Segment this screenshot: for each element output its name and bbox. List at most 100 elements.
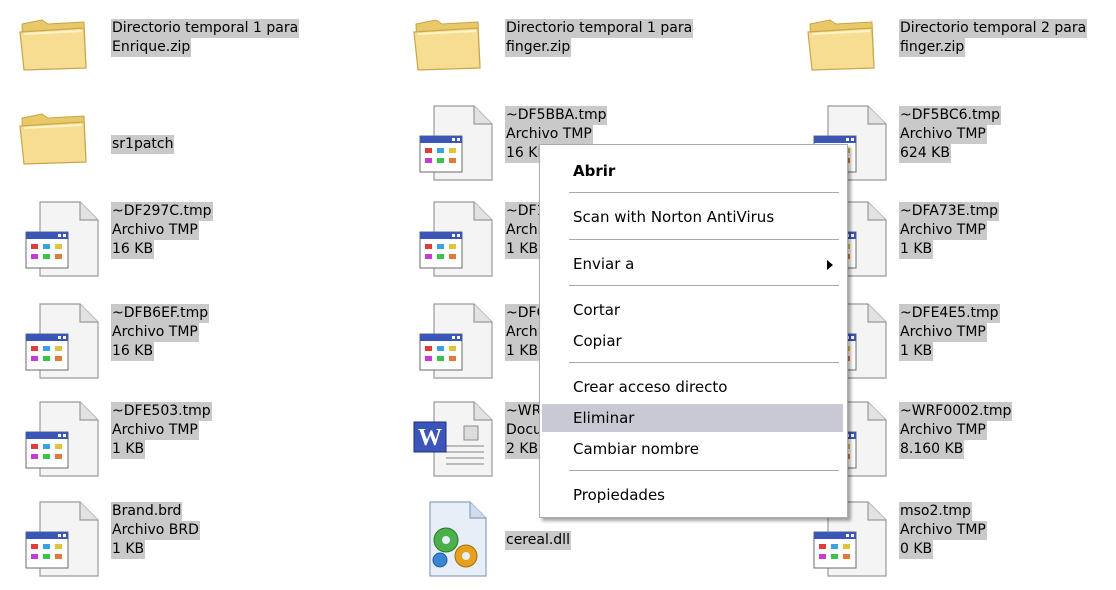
file-size: 1 KB (505, 240, 540, 259)
file-label: ~WRF0002.tmp Archivo TMP 8.160 KB (899, 402, 1013, 459)
file-size: 0 KB (899, 540, 934, 559)
file-name: ~DFB6EF.tmp (111, 304, 210, 323)
folder-icon (806, 10, 888, 96)
menu-item-label: Eliminar (573, 409, 635, 427)
menu-separator (569, 362, 839, 363)
submenu-arrow-icon (827, 260, 833, 270)
menu-item-cortar[interactable]: Cortar (542, 296, 843, 324)
file-item[interactable]: Brand.brd Archivo BRD 1 KB (18, 500, 408, 586)
file-label: ~DFE4E5.tmp Archivo TMP 1 KB (899, 304, 1000, 361)
file-name: finger.zip (899, 38, 966, 57)
file-name: Directorio temporal 1 para (505, 19, 694, 38)
file-label: Brand.brd Archivo BRD 1 KB (111, 502, 200, 559)
file-item[interactable]: ~DFE503.tmp Archivo TMP 1 KB (18, 400, 408, 486)
file-size: 2 KB (505, 440, 540, 459)
file-name: ~DF5BC6.tmp (899, 106, 1001, 125)
file-size: 624 KB (899, 144, 951, 163)
file-type: Archivo TMP (899, 323, 987, 342)
file-name: Brand.brd (111, 502, 183, 521)
tmp-file-icon (18, 200, 100, 286)
menu-item-scan-norton[interactable]: Scan with Norton AntiVirus (542, 203, 843, 231)
menu-item-label: Scan with Norton AntiVirus (573, 208, 775, 226)
file-item[interactable]: ~DFE4E5.tmp Archivo TMP 1 KB (806, 302, 1116, 388)
file-name: finger.zip (505, 38, 572, 57)
menu-separator (569, 239, 839, 240)
file-type: Archivo TMP (111, 421, 199, 440)
file-item[interactable]: ~DFA73E.tmp Archivo TMP 1 KB (806, 200, 1116, 286)
file-type: Archivo BRD (111, 521, 200, 540)
file-type: Archivo TMP (505, 125, 593, 144)
file-size: 1 KB (899, 342, 934, 361)
file-size: 16 KB (111, 342, 155, 361)
file-name: Directorio temporal 2 para (899, 19, 1088, 38)
file-item[interactable]: Directorio temporal 1 para finger.zip (412, 10, 802, 96)
file-name: Directorio temporal 1 para (111, 19, 300, 38)
menu-item-label: Crear acceso directo (573, 378, 728, 396)
file-type: Archivo TMP (899, 421, 987, 440)
dll-file-icon (412, 500, 494, 586)
tmp-file-icon (412, 302, 494, 388)
tmp-file-icon (412, 104, 494, 190)
menu-separator (569, 192, 839, 193)
file-name: ~WRF0002.tmp (899, 402, 1013, 421)
tmp-file-icon (412, 200, 494, 286)
menu-item-label: Cambiar nombre (573, 440, 699, 458)
file-item[interactable]: mso2.tmp Archivo TMP 0 KB (806, 500, 1116, 586)
file-type: Archivo TMP (111, 323, 199, 342)
file-size: 16 KB (111, 240, 155, 259)
menu-item-label: Copiar (573, 332, 622, 350)
file-item[interactable]: sr1patch (18, 104, 408, 190)
file-label: sr1patch (111, 135, 175, 154)
menu-item-crear-acceso-directo[interactable]: Crear acceso directo (542, 373, 843, 401)
context-menu: Abrir Scan with Norton AntiVirus Enviar a C… (539, 144, 848, 518)
file-item[interactable]: ~DF297C.tmp Archivo TMP 16 KB (18, 200, 408, 286)
menu-item-eliminar[interactable]: Eliminar (542, 404, 843, 432)
file-label: ~DF5BC6.tmp Archivo TMP 624 KB (899, 106, 1001, 163)
file-label: ~DF297C.tmp Archivo TMP 16 KB (111, 202, 213, 259)
file-name: ~DF297C.tmp (111, 202, 213, 221)
file-item[interactable]: ~DF5BC6.tmp Archivo TMP 624 KB (806, 104, 1116, 190)
menu-item-label: Cortar (573, 301, 621, 319)
file-name: ~DFE4E5.tmp (899, 304, 1000, 323)
file-label: Directorio temporal 2 para finger.zip (899, 19, 1088, 57)
file-size: 8.160 KB (899, 440, 965, 459)
file-label: cereal.dll (505, 531, 571, 550)
file-type: Archivo TMP (899, 521, 987, 540)
file-label: ~DFA73E.tmp Archivo TMP 1 KB (899, 202, 999, 259)
file-name: sr1patch (111, 135, 175, 154)
tmp-file-icon (18, 400, 100, 486)
file-item[interactable]: ~WRF0002.tmp Archivo TMP 8.160 KB (806, 400, 1116, 486)
file-item[interactable]: ~DFB6EF.tmp Archivo TMP 16 KB (18, 302, 408, 388)
svg-text:W: W (418, 425, 442, 451)
menu-item-label: Propiedades (573, 486, 665, 504)
file-type: Archivo TMP (111, 221, 199, 240)
file-label: mso2.tmp Archivo TMP 0 KB (899, 502, 987, 559)
menu-item-propiedades[interactable]: Propiedades (542, 481, 843, 509)
file-name: mso2.tmp (899, 502, 972, 521)
file-type: Archivo TMP (899, 221, 987, 240)
tmp-file-icon (18, 302, 100, 388)
file-label: Directorio temporal 1 para finger.zip (505, 19, 694, 57)
file-name: ~DF5BBA.tmp (505, 106, 608, 125)
file-name: ~DFA73E.tmp (899, 202, 999, 221)
menu-item-enviar-a[interactable]: Enviar a (542, 250, 843, 278)
file-item[interactable]: Directorio temporal 2 para finger.zip (806, 10, 1116, 96)
file-label: ~DFE503.tmp Archivo TMP 1 KB (111, 402, 212, 459)
file-type: Archivo TMP (899, 125, 987, 144)
folder-icon (18, 104, 100, 190)
menu-item-copiar[interactable]: Copiar (542, 327, 843, 355)
file-size: 1 KB (111, 440, 146, 459)
file-item[interactable]: Directorio temporal 1 para Enrique.zip (18, 10, 408, 96)
word-doc-icon: W (412, 400, 494, 486)
menu-item-label: Enviar a (573, 255, 635, 273)
file-size: 1 KB (899, 240, 934, 259)
menu-item-abrir[interactable]: Abrir (542, 157, 843, 185)
file-size: 1 KB (111, 540, 146, 559)
menu-separator (569, 470, 839, 471)
menu-item-cambiar-nombre[interactable]: Cambiar nombre (542, 435, 843, 463)
tmp-file-icon (18, 500, 100, 586)
menu-item-label: Abrir (573, 162, 616, 180)
file-label: ~DFB6EF.tmp Archivo TMP 16 KB (111, 304, 210, 361)
menu-separator (569, 285, 839, 286)
file-name: cereal.dll (505, 531, 571, 550)
